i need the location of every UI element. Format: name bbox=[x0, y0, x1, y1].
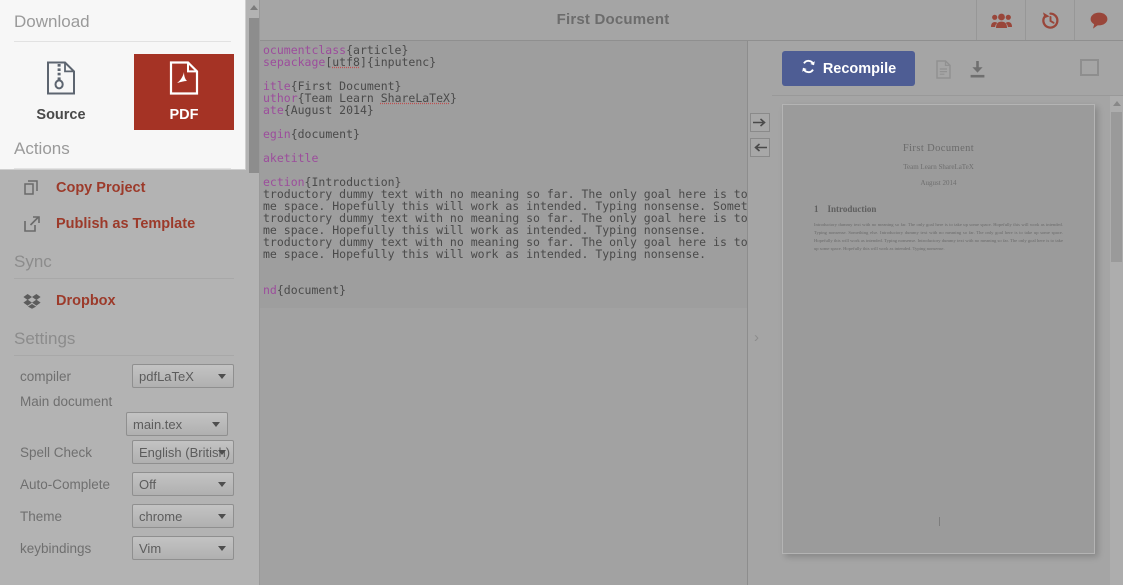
pdf-doc-date: August 2014 bbox=[920, 179, 957, 187]
pdf-section-number: 1 bbox=[814, 204, 819, 214]
pdf-preview-panel: Recompile First Document Team Learn Shar… bbox=[772, 41, 1123, 585]
chevron-down-icon bbox=[218, 450, 226, 455]
setting-value-keybindings: Vim bbox=[139, 540, 162, 556]
code-editor-empty-area[interactable] bbox=[260, 308, 748, 585]
source-label: Source bbox=[36, 107, 86, 123]
panel-splitter: › bbox=[748, 41, 772, 585]
setting-label-keybindings: keybindings bbox=[20, 540, 92, 556]
header-icon-group bbox=[976, 0, 1123, 40]
sync-divider bbox=[14, 278, 234, 279]
editor-scrollbar[interactable] bbox=[248, 0, 260, 585]
sync-to-pdf-button[interactable] bbox=[750, 113, 770, 132]
setting-select-theme[interactable]: chrome bbox=[132, 504, 234, 528]
chat-icon[interactable] bbox=[1074, 0, 1123, 40]
actions-divider bbox=[14, 168, 231, 169]
pdf-paragraph: Introductory dummy text with no meaning … bbox=[814, 222, 1063, 251]
sidebar-settings-list: compiler pdfLaTeX Main document main.tex Spe… bbox=[0, 360, 248, 564]
setting-value-auto-complete: Off bbox=[139, 476, 157, 492]
pdf-label: PDF bbox=[169, 107, 199, 123]
recompile-label: Recompile bbox=[822, 60, 897, 77]
action-copy-project[interactable]: Copy Project bbox=[0, 170, 248, 206]
pdf-doc-author: Team Learn ShareLaTeX bbox=[903, 163, 974, 171]
pdf-scrollbar-thumb[interactable] bbox=[1111, 112, 1122, 262]
external-link-icon bbox=[22, 216, 42, 232]
download-pdf-button[interactable]: PDF bbox=[134, 54, 234, 130]
page-title: First Document bbox=[556, 11, 670, 28]
download-dropdown-panel: Download Source PDF Actions bbox=[0, 0, 246, 170]
download-divider bbox=[14, 41, 231, 42]
menu-item-label: Dropbox bbox=[56, 293, 116, 309]
menu-item-label: Publish as Template bbox=[56, 216, 196, 232]
setting-value-compiler: pdfLaTeX bbox=[139, 368, 194, 384]
chevron-down-icon bbox=[212, 422, 220, 427]
setting-value-theme: chrome bbox=[139, 508, 183, 524]
setting-row-keybindings: keybindings Vim bbox=[0, 532, 248, 564]
settings-group-heading: Settings bbox=[14, 329, 76, 348]
download-icon[interactable] bbox=[964, 57, 990, 81]
setting-label-spell-check: Spell Check bbox=[20, 444, 93, 460]
setting-row-compiler: compiler pdfLaTeX bbox=[0, 360, 248, 392]
setting-label-auto-complete: Auto-Complete bbox=[20, 476, 111, 492]
setting-select-compiler[interactable]: pdfLaTeX bbox=[132, 364, 234, 388]
pdf-file-icon bbox=[169, 61, 199, 100]
chevron-down-icon bbox=[218, 482, 226, 487]
pdf-section-heading: 1 Introduction bbox=[814, 204, 1094, 214]
download-heading: Download bbox=[14, 12, 90, 31]
sidebar-sync-list: Dropbox bbox=[0, 283, 248, 319]
setting-row-spell-check: Spell Check English (British) bbox=[0, 436, 248, 468]
sidebar-actions-list: Copy Project Publish as Template bbox=[0, 170, 248, 242]
pdf-text-caret bbox=[939, 517, 940, 526]
code-editor[interactable]: ocumentclass{article} sepackage[utf8]{in… bbox=[260, 41, 748, 308]
collaborators-icon[interactable] bbox=[976, 0, 1025, 40]
setting-row-auto-complete: Auto-Complete Off bbox=[0, 468, 248, 500]
expand-icon[interactable] bbox=[1080, 59, 1099, 76]
setting-label-theme: Theme bbox=[20, 508, 63, 524]
menu-item-label: Copy Project bbox=[56, 180, 146, 196]
sharelatex-editor-window: First Document ocumentclass{article} sep… bbox=[0, 0, 1123, 585]
chevron-down-icon bbox=[218, 546, 226, 551]
latex-source-code[interactable]: ocumentclass{article} sepackage[utf8]{in… bbox=[260, 44, 747, 296]
history-icon[interactable] bbox=[1025, 0, 1074, 40]
document-icon[interactable] bbox=[930, 57, 956, 81]
sync-group-heading: Sync bbox=[14, 252, 52, 271]
setting-select-spell-check[interactable]: English (British) bbox=[132, 440, 234, 464]
download-source-button[interactable]: Source bbox=[11, 54, 111, 130]
actions-heading: Actions bbox=[14, 139, 70, 158]
setting-label-compiler: compiler bbox=[20, 368, 72, 384]
top-header-bar: First Document bbox=[260, 0, 1123, 41]
setting-value-spell-check: English (British) bbox=[139, 444, 231, 460]
scrollbar-thumb[interactable] bbox=[249, 18, 259, 173]
chevron-down-icon bbox=[218, 374, 226, 379]
dropbox-icon bbox=[22, 293, 42, 309]
pdf-scrollbar[interactable] bbox=[1110, 96, 1123, 585]
pdf-toolbar: Recompile bbox=[772, 41, 1123, 96]
pdf-doc-title: First Document bbox=[902, 143, 975, 154]
sync-dropbox[interactable]: Dropbox bbox=[0, 283, 248, 319]
setting-select-keybindings[interactable]: Vim bbox=[132, 536, 234, 560]
setting-select-main-document[interactable]: main.tex bbox=[126, 412, 228, 436]
setting-label-main-document: Main document bbox=[20, 394, 113, 409]
settings-divider bbox=[14, 355, 234, 356]
setting-row-main-document: Main document main.tex bbox=[0, 392, 248, 436]
recompile-button[interactable]: Recompile bbox=[782, 51, 915, 86]
expand-panel-chevron-icon[interactable]: › bbox=[754, 330, 759, 345]
scroll-up-arrow-icon[interactable] bbox=[250, 5, 258, 10]
pdf-scroll-up-arrow-icon[interactable] bbox=[1113, 101, 1121, 106]
setting-value-main-document: main.tex bbox=[133, 416, 183, 432]
setting-row-theme: Theme chrome bbox=[0, 500, 248, 532]
pdf-section-title: Introduction bbox=[827, 204, 877, 214]
copy-icon bbox=[22, 180, 42, 196]
action-publish-as-template[interactable]: Publish as Template bbox=[0, 206, 248, 242]
chevron-down-icon bbox=[218, 514, 226, 519]
zip-file-icon bbox=[46, 61, 76, 100]
setting-select-auto-complete[interactable]: Off bbox=[132, 472, 234, 496]
refresh-icon bbox=[801, 59, 816, 78]
pdf-page[interactable]: First Document Team Learn ShareLaTeX Aug… bbox=[782, 104, 1095, 554]
sync-to-code-button[interactable] bbox=[750, 138, 770, 157]
